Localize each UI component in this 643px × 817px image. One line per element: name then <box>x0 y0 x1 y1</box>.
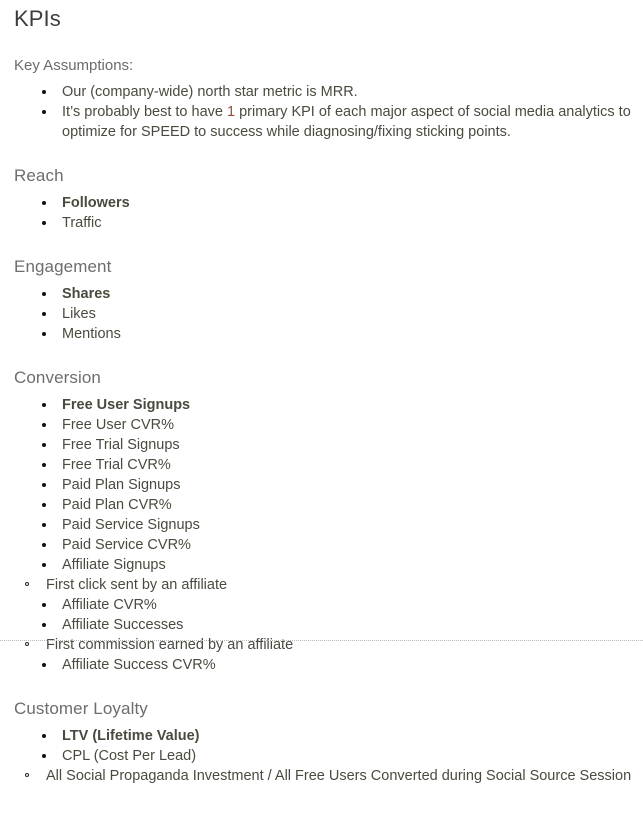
primary-kpi-item: Free User Signups <box>0 395 643 415</box>
section-heading-conversion: Conversion <box>14 368 101 387</box>
section-heading-customer-loyalty: Customer Loyalty <box>14 699 148 718</box>
kpi-sublist: First commission earned by an affiliate <box>0 635 643 655</box>
kpi-item: Likes <box>0 304 643 324</box>
kpi-item: Paid Service Signups <box>0 515 643 535</box>
kpi-item: Free User CVR% <box>0 415 643 435</box>
document-body: KPIs Key Assumptions: Our (company-wide)… <box>0 6 643 786</box>
page-break-divider <box>0 640 643 641</box>
kpi-item: Paid Service CVR% <box>0 535 643 555</box>
kpi-subitem: First commission earned by an affiliate <box>0 635 643 655</box>
section-heading-engagement: Engagement <box>14 257 112 276</box>
kpi-item: Traffic <box>0 213 643 233</box>
kpi-list: LTV (Lifetime Value) CPL (Cost Per Lead) A… <box>0 726 643 786</box>
kpi-item: Affiliate CVR% <box>0 595 643 615</box>
sections-root: Reach Followers Traffic Engagement Shares Lik… <box>0 165 643 786</box>
kpi-sublist: All Social Propaganda Investment / All F… <box>0 766 643 786</box>
kpi-item: CPL (Cost Per Lead) <box>0 746 643 766</box>
primary-kpi-item: Followers <box>0 193 643 213</box>
kpi-item: Affiliate Signups <box>0 555 643 575</box>
kpi-sublist: First click sent by an affiliate <box>0 575 643 595</box>
key-assumptions-label: Key Assumptions: <box>14 57 134 74</box>
assumption-text-pre: It’s probably best to have <box>62 104 227 120</box>
kpi-list: Followers Traffic <box>0 193 643 233</box>
kpi-subitem: All Social Propaganda Investment / All F… <box>0 766 643 786</box>
primary-kpi-item: LTV (Lifetime Value) <box>0 726 643 746</box>
kpi-item: Mentions <box>0 324 643 344</box>
assumptions-list: Our (company-wide) north star metric is … <box>0 82 643 142</box>
kpi-item: Free Trial CVR% <box>0 455 643 475</box>
page-title: KPIs <box>14 6 61 31</box>
assumption-item: It’s probably best to have 1 primary KPI… <box>0 102 643 142</box>
kpi-item: Paid Plan CVR% <box>0 495 643 515</box>
assumption-item: Our (company-wide) north star metric is … <box>0 82 643 102</box>
kpi-subitem: First click sent by an affiliate <box>0 575 643 595</box>
kpi-item: Affiliate Successes <box>0 615 643 635</box>
kpi-item: Paid Plan Signups <box>0 475 643 495</box>
kpi-list: Free User Signups Free User CVR% Free Tria… <box>0 395 643 675</box>
kpi-item: Free Trial Signups <box>0 435 643 455</box>
primary-kpi-item: Shares <box>0 284 643 304</box>
kpi-item: Affiliate Success CVR% <box>0 655 643 675</box>
assumption-accent-number: 1 <box>226 104 236 120</box>
kpi-list: Shares Likes Mentions <box>0 284 643 344</box>
section-heading-reach: Reach <box>14 166 64 185</box>
